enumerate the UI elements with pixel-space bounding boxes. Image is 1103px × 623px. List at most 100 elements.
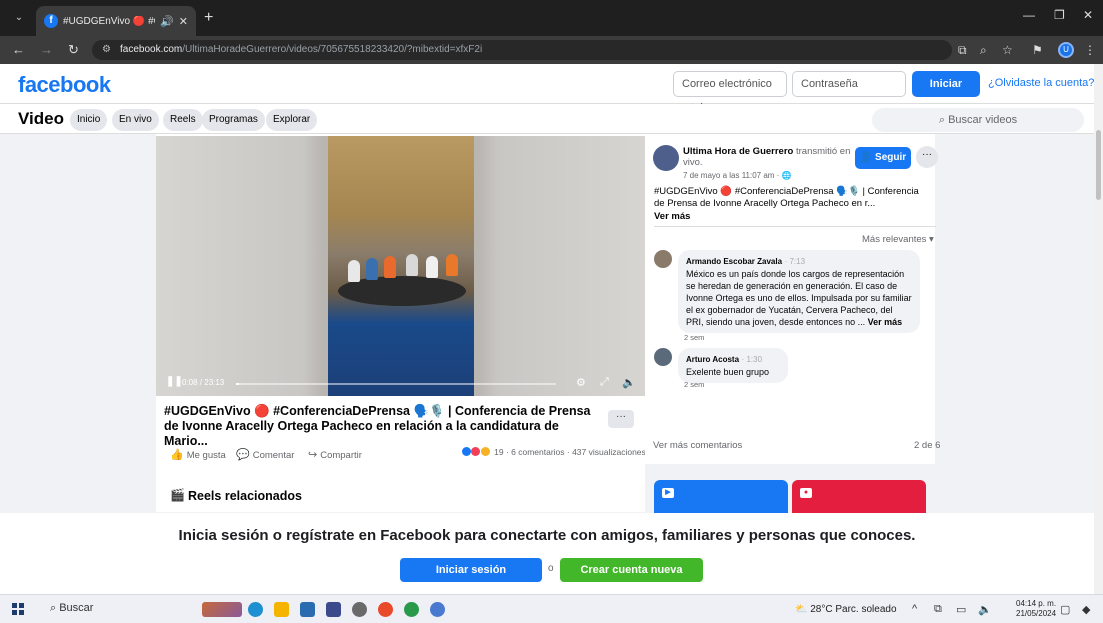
settings-icon[interactable]: [352, 602, 367, 617]
widget-thumbnail-icon[interactable]: [202, 602, 242, 617]
sidebar-card-red[interactable]: ●: [792, 480, 926, 514]
windows-start-icon[interactable]: [12, 603, 24, 615]
comment-author[interactable]: Arturo Acosta: [686, 355, 739, 364]
chrome-profile-icon[interactable]: [430, 602, 445, 617]
login-button[interactable]: Iniciar sesión: [912, 71, 980, 116]
profile-avatar-icon[interactable]: U: [1058, 42, 1074, 58]
taskbar-clock[interactable]: 04:14 p. m. 21/05/2024: [1016, 599, 1056, 619]
video-progress-bar[interactable]: [236, 383, 556, 385]
follow-label: Seguir: [875, 152, 907, 163]
video-progress-fill: [236, 383, 240, 385]
forward-icon[interactable]: →: [40, 42, 53, 58]
post-more-button[interactable]: ···: [608, 410, 634, 428]
site-info-icon[interactable]: ⚙: [102, 44, 114, 56]
tab-inicio[interactable]: Inicio: [70, 109, 108, 131]
network-icon[interactable]: ▭: [956, 603, 966, 616]
volume-tray-icon[interactable]: 🔈: [978, 603, 992, 616]
forgot-account-link[interactable]: ¿Olvidaste la cuenta?: [988, 77, 1094, 89]
comment-bubble: Arturo Acosta · 1:30 Exelente buen grupo: [678, 348, 788, 383]
video-player[interactable]: [156, 136, 645, 396]
comment-author[interactable]: Armando Escobar Zavala: [686, 257, 782, 266]
overlay-login-button[interactable]: Iniciar sesión: [400, 558, 542, 582]
browser-toolbar: ← → ↻ ⚙ facebook.com/UltimaHoradeGuerrer…: [0, 36, 1103, 64]
browser-menu-icon[interactable]: ⋮: [1084, 42, 1096, 58]
url-host: facebook.com: [120, 44, 183, 55]
tray-chevron-icon[interactable]: ^: [912, 603, 917, 615]
minimize-icon[interactable]: —: [1023, 8, 1035, 22]
store-icon[interactable]: [326, 602, 341, 617]
tray-app-icon[interactable]: ⧉: [934, 603, 942, 616]
see-more-comments-link[interactable]: Ver más comentarios: [653, 440, 742, 451]
share-button[interactable]: ↪ Compartir: [308, 448, 362, 461]
reels-title: Reels relacionados: [188, 489, 302, 503]
password-field[interactable]: Contraseña: [792, 71, 906, 97]
scrollbar-thumb[interactable]: [1096, 130, 1101, 200]
close-window-icon[interactable]: ✕: [1083, 8, 1093, 22]
comment-see-more-link[interactable]: Ver más: [868, 317, 903, 327]
volume-icon[interactable]: 🔈: [622, 376, 636, 389]
chrome-icon[interactable]: [378, 602, 393, 617]
post-date[interactable]: 7 de mayo a las 11:07 am · 🌐: [683, 171, 792, 180]
comment-label: Comentar: [252, 450, 295, 461]
play-icon: ▶: [662, 488, 674, 498]
audio-icon[interactable]: 🔊: [160, 15, 174, 28]
see-more-link[interactable]: Ver más: [654, 211, 690, 222]
settings-gear-icon[interactable]: ⚙: [576, 376, 586, 389]
browser-tab[interactable]: f #UGDGEnVivo 🔴 #Confere 🔊 ✕: [36, 6, 196, 36]
comment-icon: 💬: [236, 449, 250, 461]
commenter-avatar[interactable]: [654, 348, 672, 366]
live-video-icon: ●: [800, 488, 812, 498]
related-reels: 🎬 Reels relacionados: [156, 478, 645, 512]
tab-explorar[interactable]: Explorar: [266, 109, 318, 131]
tab-reels[interactable]: Reels: [163, 109, 203, 131]
extensions-icon[interactable]: ⚑: [1032, 42, 1043, 58]
install-app-icon[interactable]: ⧉: [958, 42, 967, 58]
tab-search-chevron-icon[interactable]: ⌄: [10, 9, 28, 27]
page-options-button[interactable]: ···: [916, 146, 938, 168]
comment-button[interactable]: 💬 Comentar: [236, 448, 294, 461]
love-reaction-icon: [471, 447, 481, 456]
follow-button[interactable]: 👤 Seguir: [855, 147, 911, 169]
reload-icon[interactable]: ↻: [68, 42, 79, 58]
like-button[interactable]: 👍 Me gusta: [170, 448, 226, 461]
facebook-header: facebook Correo electrónico o tel Contra…: [0, 64, 1103, 116]
like-label: Me gusta: [186, 450, 226, 461]
chrome-profile-icon[interactable]: [404, 602, 419, 617]
maximize-icon[interactable]: ❐: [1054, 8, 1065, 22]
file-explorer-icon[interactable]: [274, 602, 289, 617]
commenter-avatar[interactable]: [654, 250, 672, 268]
video-person-shape: [446, 254, 458, 276]
copilot-icon[interactable]: ◆: [1082, 603, 1090, 616]
fullscreen-icon[interactable]: ⤢: [600, 376, 609, 389]
address-bar[interactable]: ⚙ facebook.com/UltimaHoradeGuerrero/vide…: [92, 40, 952, 60]
facebook-logo[interactable]: facebook: [18, 72, 111, 98]
tab-en-vivo[interactable]: En vivo: [112, 109, 159, 131]
reels-icon: 🎬: [170, 488, 185, 502]
taskbar-search[interactable]: ⌕ Buscar: [50, 602, 93, 615]
sidebar-card-blue[interactable]: ▶: [654, 480, 788, 514]
zoom-icon[interactable]: ⌕: [980, 42, 987, 58]
create-account-button[interactable]: Crear cuenta nueva: [560, 558, 703, 582]
notifications-icon[interactable]: ▢: [1060, 603, 1070, 616]
stats-text: 19 · 6 comentarios · 437 visualizaciones: [494, 447, 646, 457]
sort-comments-dropdown[interactable]: Más relevantes ▾: [862, 234, 934, 245]
app-icon[interactable]: [300, 602, 315, 617]
email-field[interactable]: Correo electrónico o tel: [673, 71, 787, 114]
url-path: /UltimaHoradeGuerrero/videos/70567551823…: [182, 44, 483, 55]
bookmark-star-icon[interactable]: ☆: [1002, 42, 1013, 58]
browser-tab-bar: ⌄ f #UGDGEnVivo 🔴 #Confere 🔊 ✕ + — ❐ ✕: [0, 0, 1103, 36]
close-tab-icon[interactable]: ✕: [179, 15, 188, 28]
new-tab-icon[interactable]: +: [204, 9, 213, 27]
edge-icon[interactable]: [248, 602, 263, 617]
video-time: 0:08 / 23:13: [182, 378, 225, 387]
back-icon[interactable]: ←: [12, 42, 25, 58]
pause-icon[interactable]: ❚❚: [166, 376, 183, 387]
video-search-input[interactable]: ⌕ Buscar videos: [872, 108, 1084, 132]
tab-programas[interactable]: Programas: [202, 109, 265, 131]
like-reaction-icon: [462, 447, 471, 456]
page-avatar[interactable]: [653, 145, 679, 171]
page-name[interactable]: Ultima Hora de Guerrero: [683, 146, 793, 157]
weather-widget[interactable]: ⛅ 28°C Parc. soleado: [795, 604, 897, 615]
comment-age: 2 sem: [684, 380, 705, 389]
post-stats[interactable]: 19 · 6 comentarios · 437 visualizaciones: [462, 447, 646, 457]
